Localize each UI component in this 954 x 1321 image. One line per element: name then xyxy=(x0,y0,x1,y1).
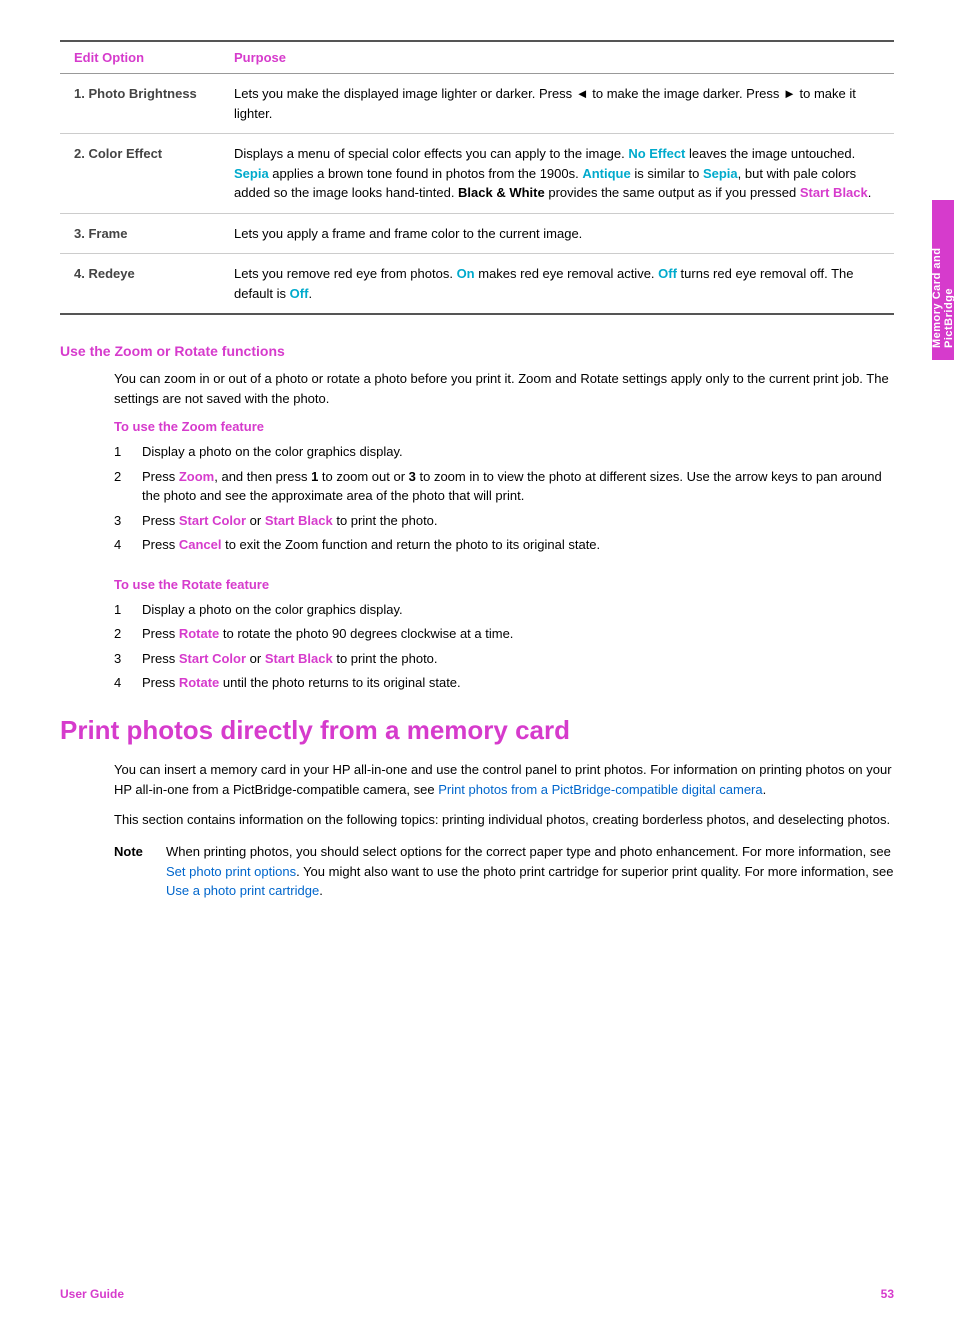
keyword-cancel: Cancel xyxy=(179,537,222,552)
list-item: 3 Press Start Color or Start Black to pr… xyxy=(114,511,894,531)
keyword-start-color: Start Color xyxy=(179,513,246,528)
keyword-start-black3: Start Black xyxy=(265,651,333,666)
zoom-feature-block: To use the Zoom feature 1 Display a phot… xyxy=(114,419,894,555)
note-block: Note When printing photos, you should se… xyxy=(114,842,894,901)
list-item: 1 Display a photo on the color graphics … xyxy=(114,442,894,462)
keyword-on: On xyxy=(457,266,475,281)
print-photos-heading: Print photos directly from a memory card xyxy=(60,715,894,746)
keyword-bw: Black & White xyxy=(458,185,545,200)
print-photos-para2: This section contains information on the… xyxy=(114,810,894,830)
footer: User Guide 53 xyxy=(60,1287,894,1301)
keyword-sepia2: Sepia xyxy=(703,166,738,181)
list-item: 3 Press Start Color or Start Black to pr… xyxy=(114,649,894,669)
rotate-feature-block: To use the Rotate feature 1 Display a ph… xyxy=(114,577,894,693)
list-item: 1 Display a photo on the color graphics … xyxy=(114,600,894,620)
option-purpose: Displays a menu of special color effects… xyxy=(220,134,894,214)
option-label: 4. Redeye xyxy=(60,254,220,315)
zoom-rotate-heading: Use the Zoom or Rotate functions xyxy=(60,343,894,359)
table-row: 2. Color Effect Displays a menu of speci… xyxy=(60,134,894,214)
option-label: 2. Color Effect xyxy=(60,134,220,214)
pictbridge-link[interactable]: Print photos from a PictBridge-compatibl… xyxy=(438,782,762,797)
option-purpose: Lets you apply a frame and frame color t… xyxy=(220,213,894,254)
keyword-start-color2: Start Color xyxy=(179,651,246,666)
table-row: 4. Redeye Lets you remove red eye from p… xyxy=(60,254,894,315)
option-purpose: Lets you make the displayed image lighte… xyxy=(220,74,894,134)
keyword-off: Off xyxy=(658,266,677,281)
option-label: 3. Frame xyxy=(60,213,220,254)
list-item: 2 Press Zoom, and then press 1 to zoom o… xyxy=(114,467,894,506)
photo-cartridge-link[interactable]: Use a photo print cartridge xyxy=(166,883,319,898)
keyword-rotate: Rotate xyxy=(179,626,219,641)
keyword-start-black2: Start Black xyxy=(265,513,333,528)
table-row: 3. Frame Lets you apply a frame and fram… xyxy=(60,213,894,254)
side-tab: Memory Card and PictBridge xyxy=(932,200,954,360)
option-label: 1. Photo Brightness xyxy=(60,74,220,134)
list-item: 4 Press Cancel to exit the Zoom function… xyxy=(114,535,894,555)
list-item: 2 Press Rotate to rotate the photo 90 de… xyxy=(114,624,894,644)
zoom-steps-list: 1 Display a photo on the color graphics … xyxy=(114,442,894,555)
col1-header: Edit Option xyxy=(60,41,220,74)
keyword-sepia: Sepia xyxy=(234,166,269,181)
table-row: 1. Photo Brightness Lets you make the di… xyxy=(60,74,894,134)
rotate-subheading: To use the Rotate feature xyxy=(114,577,894,592)
list-item: 4 Press Rotate until the photo returns t… xyxy=(114,673,894,693)
option-purpose: Lets you remove red eye from photos. On … xyxy=(220,254,894,315)
keyword-zoom: Zoom xyxy=(179,469,214,484)
col2-header: Purpose xyxy=(220,41,894,74)
rotate-steps-list: 1 Display a photo on the color graphics … xyxy=(114,600,894,693)
footer-right: 53 xyxy=(881,1287,894,1301)
zoom-rotate-section: Use the Zoom or Rotate functions You can… xyxy=(60,343,894,693)
footer-left: User Guide xyxy=(60,1287,124,1301)
keyword-3: 3 xyxy=(409,469,416,484)
note-text: When printing photos, you should select … xyxy=(166,842,894,901)
keyword-off2: Off xyxy=(290,286,309,301)
keyword-start-black: Start Black xyxy=(800,185,868,200)
note-label: Note xyxy=(114,842,154,901)
keyword-antique: Antique xyxy=(582,166,630,181)
zoom-rotate-intro: You can zoom in or out of a photo or rot… xyxy=(114,369,894,409)
set-photo-options-link[interactable]: Set photo print options xyxy=(166,864,296,879)
keyword-no-effect: No Effect xyxy=(628,146,685,161)
edit-options-table: Edit Option Purpose 1. Photo Brightness … xyxy=(60,40,894,315)
zoom-subheading: To use the Zoom feature xyxy=(114,419,894,434)
print-photos-para1: You can insert a memory card in your HP … xyxy=(114,760,894,800)
keyword-1: 1 xyxy=(311,469,318,484)
print-photos-section: Print photos directly from a memory card… xyxy=(60,715,894,901)
keyword-rotate2: Rotate xyxy=(179,675,219,690)
page: Memory Card and PictBridge Edit Option P… xyxy=(0,0,954,1321)
